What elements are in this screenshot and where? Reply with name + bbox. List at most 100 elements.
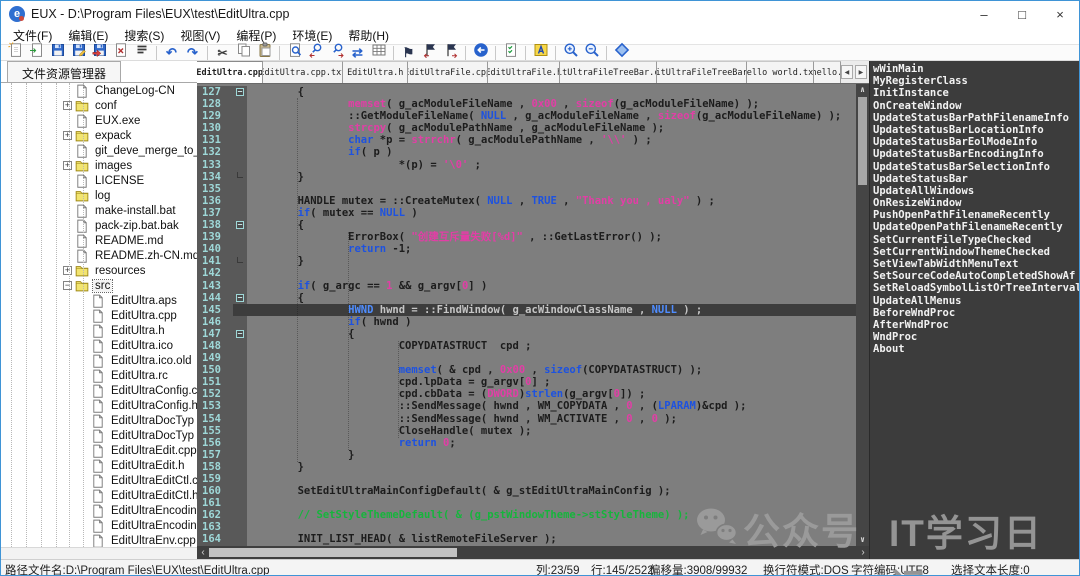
code-line[interactable]: 143 if( g_argc == 1 && g_argv[0] ) bbox=[197, 280, 856, 292]
find-button[interactable] bbox=[284, 45, 305, 61]
tab-EditUltraFileTreeBar.cpp[interactable]: EditUltraFileTreeBar.cpp bbox=[560, 61, 656, 83]
find-next-button[interactable] bbox=[326, 45, 347, 61]
scroll-down-icon[interactable]: ∨ bbox=[856, 534, 869, 546]
tree-item[interactable]: README.zh-CN.md bbox=[1, 248, 197, 263]
code-line[interactable]: 151 cpd.lpData = g_argv[0] ; bbox=[197, 376, 856, 388]
code-line[interactable]: 157 } bbox=[197, 449, 856, 461]
code-line[interactable]: 164 INIT_LIST_HEAD( & listRemoteFileServ… bbox=[197, 533, 856, 545]
tree-item[interactable]: EditUltraEncodin bbox=[1, 518, 197, 533]
replace-button[interactable]: ⇄ bbox=[347, 45, 368, 61]
code-line[interactable]: 159 bbox=[197, 473, 856, 485]
code-line[interactable]: 140 return -1; bbox=[197, 243, 856, 255]
code-line[interactable]: 148 COPYDATASTRUCT cpd ; bbox=[197, 340, 856, 352]
symbol-item[interactable]: BeforeWndProc bbox=[873, 307, 1080, 319]
code-line[interactable]: 128 memset( g_acModuleFileName , 0x00 , … bbox=[197, 98, 856, 110]
code-line[interactable]: 137 if( mutex == NULL ) bbox=[197, 207, 856, 219]
tree-item[interactable]: EditUltra.ico.old bbox=[1, 353, 197, 368]
tab-file-explorer[interactable]: 文件资源管理器 bbox=[7, 61, 121, 82]
code-line[interactable]: 131 char *p = strrchr( g_acModulePathNam… bbox=[197, 134, 856, 146]
syntax-colors-button[interactable] bbox=[530, 45, 551, 61]
collapse-icon[interactable]: − bbox=[63, 281, 72, 290]
scroll-right-icon[interactable]: › bbox=[857, 546, 869, 559]
fold-collapse-icon[interactable]: − bbox=[236, 221, 244, 229]
tree-item[interactable]: EUX.exe bbox=[1, 113, 197, 128]
editor-vscrollbar[interactable]: ∧ ∨ bbox=[856, 84, 869, 546]
tree-item[interactable]: EditUltra.h bbox=[1, 323, 197, 338]
code-line[interactable]: 127− { bbox=[197, 86, 856, 98]
tree-item[interactable]: EditUltraConfig.c bbox=[1, 383, 197, 398]
find-prev-button[interactable] bbox=[305, 45, 326, 61]
tab-EditUltraFile.cpp[interactable]: EditUltraFile.cpp bbox=[408, 61, 488, 83]
code-line[interactable]: 135 bbox=[197, 183, 856, 195]
fold-margin[interactable]: − bbox=[233, 292, 247, 304]
tree-item[interactable]: README.md bbox=[1, 233, 197, 248]
tree-item[interactable]: ChangeLog-CN bbox=[1, 83, 197, 98]
bookmark-button[interactable]: ⚑ bbox=[398, 45, 419, 61]
code-line[interactable]: 138− { bbox=[197, 219, 856, 231]
tree-item[interactable]: log bbox=[1, 188, 197, 203]
tab-hello.[interactable]: hello. bbox=[814, 61, 841, 83]
code-line[interactable]: 163 bbox=[197, 521, 856, 533]
code-line[interactable]: 155 CloseHandle( mutex ); bbox=[197, 425, 856, 437]
tab-EditUltra.cpp.txt[interactable]: EditUltra.cpp.txt bbox=[263, 61, 343, 83]
back-button[interactable] bbox=[470, 45, 491, 61]
tree-item[interactable]: EditUltraEncodin bbox=[1, 503, 197, 518]
tab-EditUltraFileTreeBar.h[interactable]: EditUltraFileTreeBar.h bbox=[657, 61, 747, 83]
tree-item[interactable]: EditUltraConfig.h bbox=[1, 398, 197, 413]
expand-icon[interactable]: + bbox=[63, 101, 72, 110]
code-line[interactable]: 141 } bbox=[197, 255, 856, 267]
code-line[interactable]: 144− { bbox=[197, 292, 856, 304]
close-button[interactable]: × bbox=[1041, 1, 1079, 27]
menu-item[interactable]: 视图(V) bbox=[172, 27, 228, 44]
tree-item[interactable]: +images bbox=[1, 158, 197, 173]
symbol-item[interactable]: OnCreateWindow bbox=[873, 100, 1080, 112]
symbol-item[interactable]: UpdateAllMenus bbox=[873, 295, 1080, 307]
save-as-button[interactable] bbox=[68, 45, 89, 61]
symbol-item[interactable]: AfterWndProc bbox=[873, 319, 1080, 331]
expand-icon[interactable]: + bbox=[63, 161, 72, 170]
close-file-button[interactable] bbox=[110, 45, 131, 61]
symbol-item[interactable]: SetCurrentWindowThemeChecked bbox=[873, 246, 1080, 258]
code-line[interactable]: 147− { bbox=[197, 328, 856, 340]
about-button[interactable] bbox=[611, 45, 632, 61]
tree-item[interactable]: EditUltraEnv.cpp bbox=[1, 533, 197, 547]
tree-item[interactable]: −src bbox=[1, 278, 197, 293]
scroll-up-icon[interactable]: ∧ bbox=[856, 84, 869, 96]
code-line[interactable]: 154 ::SendMessage( hwnd , WM_ACTIVATE , … bbox=[197, 413, 856, 425]
minimize-button[interactable]: – bbox=[965, 1, 1003, 27]
symbol-item[interactable]: OnResizeWindow bbox=[873, 197, 1080, 209]
paste-button[interactable] bbox=[254, 45, 275, 61]
tab-EditUltra.cpp[interactable]: EditUltra.cpp bbox=[197, 61, 263, 83]
list-button[interactable] bbox=[131, 45, 152, 61]
tree-item[interactable]: EditUltraEditCtl.h bbox=[1, 488, 197, 503]
symbol-item[interactable]: SetViewTabWidthMenuText bbox=[873, 258, 1080, 270]
symbol-item[interactable]: UpdateStatusBarLocationInfo bbox=[873, 124, 1080, 136]
fold-margin[interactable]: − bbox=[233, 219, 247, 231]
code-line[interactable]: 152 cpd.cbData = (DWORD)strlen(g_argv[0]… bbox=[197, 388, 856, 400]
hscroll-thumb[interactable] bbox=[209, 548, 457, 557]
open-file-button[interactable] bbox=[26, 45, 47, 61]
vscroll-thumb[interactable] bbox=[858, 97, 867, 185]
symbol-item[interactable]: UpdateOpenPathFilenameRecently bbox=[873, 221, 1080, 233]
tree-item[interactable]: +resources bbox=[1, 263, 197, 278]
menu-item[interactable]: 帮助(H) bbox=[340, 27, 397, 44]
tree-item[interactable]: EditUltra.ico bbox=[1, 338, 197, 353]
tree-item[interactable]: LICENSE bbox=[1, 173, 197, 188]
code-line[interactable]: 162 // SetStyleThemeDefault( & (g_pstWin… bbox=[197, 509, 856, 521]
tab-scroll-left-icon[interactable]: ◀ bbox=[841, 65, 853, 79]
code-line[interactable]: 132 if( p ) bbox=[197, 146, 856, 158]
code-line[interactable]: 161 bbox=[197, 497, 856, 509]
scroll-left-icon[interactable]: ‹ bbox=[197, 546, 209, 559]
tree-item[interactable]: EditUltraEdit.cpp bbox=[1, 443, 197, 458]
maximize-button[interactable]: □ bbox=[1003, 1, 1041, 27]
expand-icon[interactable]: + bbox=[63, 266, 72, 275]
symbol-item[interactable]: InitInstance bbox=[873, 87, 1080, 99]
fold-margin[interactable]: − bbox=[233, 328, 247, 340]
tab-hello-world.txt[interactable]: hello world.txt bbox=[747, 61, 813, 83]
tree-item[interactable]: git_deve_merge_to_ bbox=[1, 143, 197, 158]
code-line[interactable]: 139 ErrorBox( "创建互斥量失败[%d]" , ::GetLastE… bbox=[197, 231, 856, 243]
tree-item[interactable]: EditUltraDocTyp bbox=[1, 413, 197, 428]
undo-button[interactable]: ↶ bbox=[161, 45, 182, 61]
symbol-item[interactable]: MyRegisterClass bbox=[873, 75, 1080, 87]
code-line[interactable]: 158 } bbox=[197, 461, 856, 473]
